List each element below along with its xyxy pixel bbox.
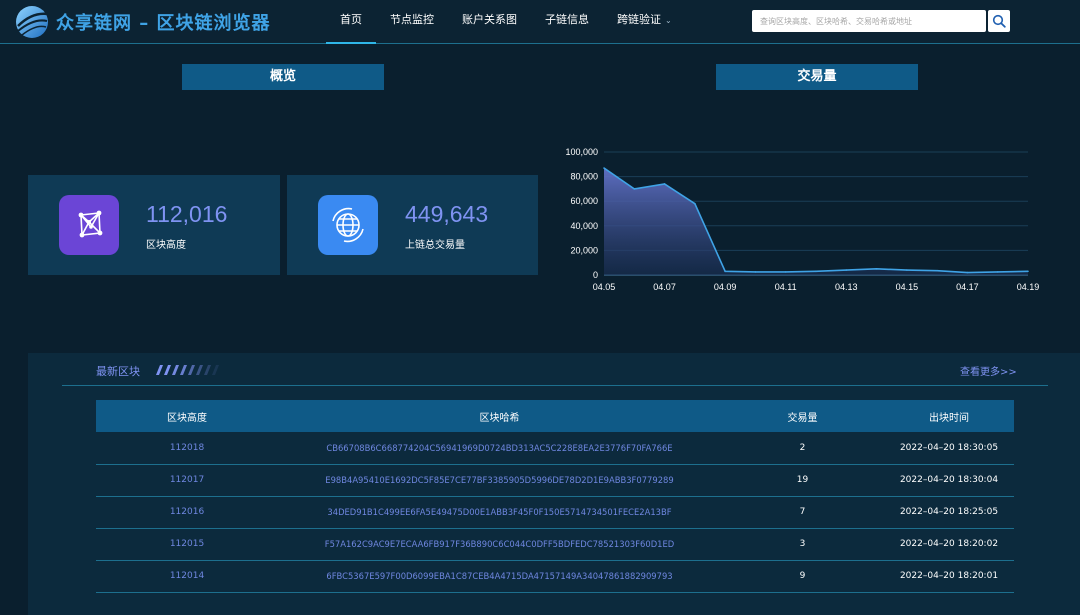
series-area: [604, 167, 1028, 275]
y-tick-label: 20,000: [570, 245, 598, 255]
y-tick-label: 60,000: [570, 196, 598, 206]
x-tick-label: 04.19: [1017, 282, 1040, 292]
stripes-decoration: [156, 365, 219, 375]
data-point: [875, 268, 878, 270]
nav-subchain-info-label: 子链信息: [545, 13, 589, 26]
overview-title: 概览: [182, 64, 384, 90]
nav-crosschain-verify[interactable]: 跨链验证 ⌄: [603, 0, 686, 44]
tx-volume-chart: 0 20,000 40,000 60,000 80,000 100,000 04.05 04.…: [565, 147, 1040, 292]
table-row: 112018 CB66708B6C668774204C56941969D0724…: [96, 432, 1014, 464]
col-time-header: 出块时间: [929, 412, 969, 424]
x-tick-label: 04.17: [956, 282, 979, 292]
volume-title: 交易量: [716, 64, 918, 90]
latest-blocks-title: 最新区块: [96, 365, 140, 378]
col-height-header: 区块高度: [167, 412, 207, 424]
block-height-link[interactable]: 112017: [96, 464, 278, 496]
y-tick-label: 40,000: [570, 221, 598, 231]
brand-title: 众享链网 – 区块链浏览器: [56, 13, 271, 34]
nav-account-graph[interactable]: 账户关系图: [448, 0, 531, 44]
latest-blocks-table: 区块高度 区块哈希 交易量 出块时间 112018 CB66708B6C6687…: [96, 400, 1014, 593]
table-row: 112014 6FBC5367E597F00D6099EBA1C87CEB4A4…: [96, 560, 1014, 592]
nav-home-label: 首页: [340, 13, 362, 26]
tx-count: 7: [799, 507, 806, 517]
table-header-row: 区块高度 区块哈希 交易量 出块时间: [96, 400, 1014, 432]
data-point: [936, 269, 938, 272]
data-point: [906, 269, 908, 271]
tx-count: 9: [799, 571, 806, 581]
x-tick-label: 04.07: [653, 282, 676, 292]
x-tick-label: 04.15: [896, 282, 919, 292]
search-button[interactable]: [988, 10, 1010, 32]
table-row: 112017 E98B4A95410E1692DC5F85E7CE77BF338…: [96, 464, 1014, 496]
top-header: 众享链网 – 区块链浏览器 首页 节点监控 账户关系图 子链信息 跨链验证 ⌄: [0, 0, 1080, 44]
block-time: 2022–04–20 18:20:02: [899, 539, 999, 549]
data-point: [694, 202, 696, 205]
data-point: [1027, 270, 1029, 273]
block-time: 2022–04–20 18:25:05: [899, 507, 999, 517]
block-height-card: 112,016 区块高度: [28, 175, 280, 275]
data-point: [996, 271, 999, 273]
x-tick-label: 04.13: [835, 282, 858, 292]
data-point: [815, 270, 817, 273]
search-icon: [992, 14, 1006, 28]
block-time: 2022–04–20 18:30:04: [899, 475, 999, 485]
block-height-link[interactable]: 112016: [96, 496, 278, 528]
nav-node-monitor[interactable]: 节点监控: [376, 0, 448, 44]
block-hash-link[interactable]: 6FBC5367E597F00D6099EBA1C87CEB4A4715DA47…: [278, 560, 721, 592]
data-point: [754, 271, 757, 273]
y-tick-label: 80,000: [570, 172, 598, 182]
data-point: [845, 269, 848, 271]
tx-count: 2: [799, 442, 806, 453]
nav-subchain-info[interactable]: 子链信息: [531, 0, 603, 44]
data-point: [663, 183, 666, 185]
total-tx-card: 449,643 上链总交易量: [287, 175, 538, 275]
table-row: 112015 F57A162C9AC9E7ECAA6FB917F36B890C6…: [96, 528, 1014, 560]
x-tick-label: 04.11: [775, 282, 797, 292]
nav-home[interactable]: 首页: [326, 0, 376, 44]
y-tick-label: 0: [593, 270, 598, 280]
block-height-value: 112,016: [146, 201, 228, 227]
tx-count: 3: [799, 539, 806, 549]
latest-blocks-panel: 最新区块 查看更多>> 区块高度 区块哈希 交易量 出块时间 112018 CB…: [28, 353, 1080, 615]
data-point: [603, 167, 605, 169]
globe-icon: [318, 195, 378, 255]
block-height-link[interactable]: 112014: [96, 560, 278, 592]
chevron-down-icon: ⌄: [665, 16, 672, 25]
block-height-link[interactable]: 112018: [96, 432, 278, 464]
col-hash-header: 区块哈希: [479, 412, 520, 424]
block-hash-link[interactable]: 34DED91B1C499EE6FA5E49475D00E1ABB3F45F0F…: [278, 496, 721, 528]
main-nav: 首页 节点监控 账户关系图 子链信息 跨链验证 ⌄: [326, 0, 686, 44]
x-tick-label: 04.09: [714, 282, 737, 292]
y-tick-label: 100,000: [565, 147, 598, 157]
block-hash-link[interactable]: CB66708B6C668774204C56941969D0724BD313AC…: [278, 432, 721, 464]
nav-account-graph-label: 账户关系图: [462, 13, 517, 26]
col-tx-header: 交易量: [787, 412, 818, 424]
view-more-link[interactable]: 查看更多>>: [960, 363, 1017, 378]
nav-crosschain-verify-label: 跨链验证: [617, 13, 661, 26]
data-point: [633, 188, 636, 190]
block-height-label: 区块高度: [146, 240, 186, 251]
data-point: [724, 270, 726, 273]
data-point: [784, 271, 787, 273]
block-time: 2022–04–20 18:20:01: [899, 571, 999, 581]
data-point: [966, 271, 969, 274]
total-tx-label: 上链总交易量: [405, 240, 465, 251]
panel-divider: [62, 385, 1048, 386]
block-height-link[interactable]: 112015: [96, 528, 278, 560]
logo-globe-icon: [16, 6, 49, 38]
total-tx-value: 449,643: [405, 201, 489, 227]
block-hash-link[interactable]: F57A162C9AC9E7ECAA6FB917F36B890C6C044C0D…: [278, 528, 721, 560]
block-hash-link[interactable]: E98B4A95410E1692DC5F85E7CE77BF3385905D59…: [278, 464, 721, 496]
nav-node-monitor-label: 节点监控: [390, 13, 434, 26]
table-row: 112016 34DED91B1C499EE6FA5E49475D00E1ABB…: [96, 496, 1014, 528]
cube-network-icon: [59, 195, 119, 255]
tx-count: 19: [796, 475, 809, 485]
search-input[interactable]: [752, 10, 986, 32]
block-time: 2022–04–20 18:30:05: [899, 442, 999, 453]
x-tick-label: 04.05: [593, 282, 616, 292]
